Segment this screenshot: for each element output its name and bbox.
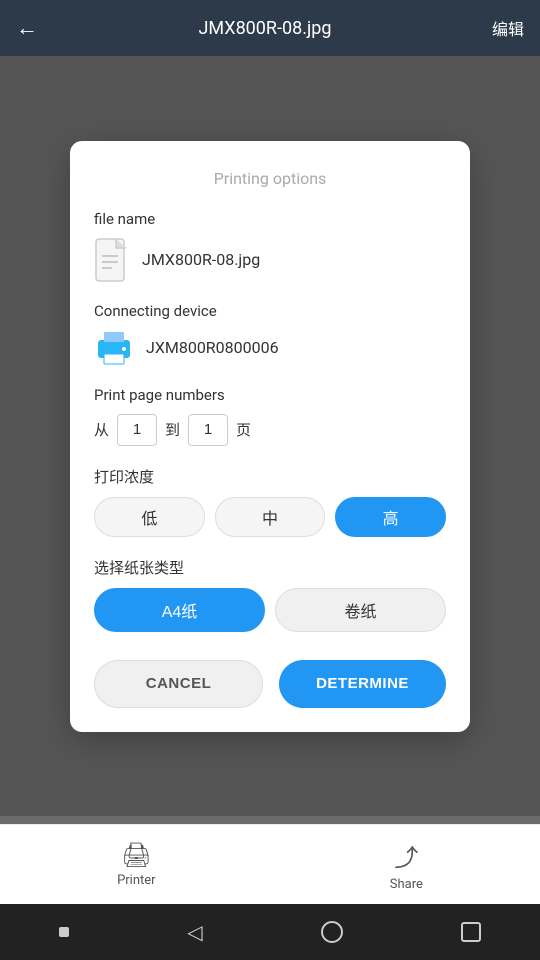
density-low-button[interactable]: 低 xyxy=(94,497,205,537)
file-name-row: JMX800R-08.jpg xyxy=(94,238,446,282)
from-page-input[interactable] xyxy=(117,414,157,446)
printing-options-dialog: Printing options file name JMX800R-08.jp… xyxy=(70,141,470,732)
system-dot-icon xyxy=(59,927,69,937)
back-button[interactable]: ← xyxy=(16,15,38,41)
printer-row: JXM800R0800006 xyxy=(94,330,446,366)
density-section: 打印浓度 低 中 高 xyxy=(94,466,446,537)
paper-type-section: 选择纸张类型 A4纸 卷纸 xyxy=(94,557,446,632)
to-page-input[interactable] xyxy=(188,414,228,446)
determine-button[interactable]: DETERMINE xyxy=(279,660,446,708)
page-numbers-section-label: Print page numbers xyxy=(94,386,446,404)
dialog-title: Printing options xyxy=(94,169,446,188)
paper-buttons: A4纸 卷纸 xyxy=(94,588,446,632)
nav-item-printer[interactable]: 🖨 Printer xyxy=(117,841,156,888)
system-nav-bar: ◁ xyxy=(0,904,540,960)
file-icon xyxy=(94,238,130,282)
density-high-button[interactable]: 高 xyxy=(335,497,446,537)
printer-nav-label: Printer xyxy=(117,873,156,888)
printer-nav-icon: 🖨 xyxy=(121,841,151,869)
page-title: JMX800R-08.jpg xyxy=(198,18,331,39)
edit-button[interactable]: 编辑 xyxy=(492,16,524,40)
background-image-area: Printing options file name JMX800R-08.jp… xyxy=(0,56,540,816)
nav-item-share[interactable]: ⤴ Share xyxy=(390,838,423,892)
action-buttons: CANCEL DETERMINE xyxy=(94,660,446,708)
bottom-nav: 🖨 Printer ⤴ Share xyxy=(0,824,540,904)
page-numbers-row: 从 到 页 xyxy=(94,414,446,446)
share-nav-icon: ⤴ xyxy=(394,838,418,873)
from-label: 从 xyxy=(94,419,109,440)
paper-type-label: 选择纸张类型 xyxy=(94,557,446,578)
system-home-icon[interactable] xyxy=(321,921,343,943)
file-name-label: file name xyxy=(94,210,446,228)
top-bar: ← JMX800R-08.jpg 编辑 xyxy=(0,0,540,56)
density-buttons: 低 中 高 xyxy=(94,497,446,537)
paper-roll-button[interactable]: 卷纸 xyxy=(275,588,446,632)
paper-a4-button[interactable]: A4纸 xyxy=(94,588,265,632)
density-label: 打印浓度 xyxy=(94,466,446,487)
device-name-text: JXM800R0800006 xyxy=(146,338,279,357)
cancel-button[interactable]: CANCEL xyxy=(94,660,263,708)
system-recent-icon[interactable] xyxy=(461,922,481,942)
printer-device-icon xyxy=(94,330,134,366)
file-name-text: JMX800R-08.jpg xyxy=(142,250,260,269)
modal-overlay: Printing options file name JMX800R-08.jp… xyxy=(0,56,540,816)
connecting-device-label: Connecting device xyxy=(94,302,446,320)
share-nav-label: Share xyxy=(390,877,423,892)
density-mid-button[interactable]: 中 xyxy=(215,497,326,537)
page-unit-label: 页 xyxy=(236,419,251,440)
to-label: 到 xyxy=(165,419,180,440)
system-back-icon[interactable]: ◁ xyxy=(187,920,202,944)
